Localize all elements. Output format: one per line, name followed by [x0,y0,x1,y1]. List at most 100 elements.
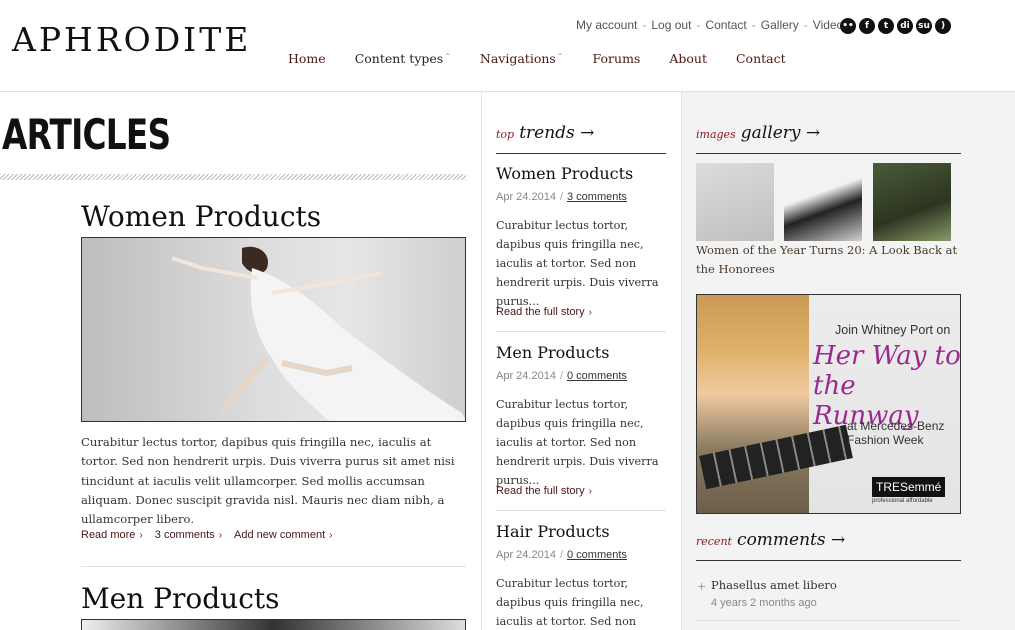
comments-link[interactable]: 3 comments › [155,529,222,541]
nav-about[interactable]: About [669,51,707,66]
article-excerpt: Curabitur lectus tortor, dapibus quis fr… [81,435,455,527]
site-logo[interactable]: APHRODITE [12,20,251,59]
nav-forums[interactable]: Forums [593,51,641,66]
nav-separator: - [803,18,808,32]
stumbleupon-icon[interactable]: su [916,18,932,34]
read-more-link[interactable]: Read more › [81,529,143,541]
chevron-right-icon: › [588,307,592,318]
gallery-heading-big[interactable]: gallery → [741,123,820,143]
read-more-label: Read more [81,529,136,541]
utility-nav: My account - Log out - Contact - Gallery… [576,18,843,32]
title-divider [0,174,466,180]
ad-brand-logo: TRESemmé [872,477,946,497]
comment-divider [696,620,961,621]
heading-rule [696,560,961,561]
trends-heading-small: top [496,128,515,141]
article-divider [81,566,466,567]
dropdown-caret-icon: ⌃ [444,52,451,61]
comments-label: 3 comments [154,529,215,541]
meta-separator: / [559,549,563,561]
add-comment-link[interactable]: Add new comment › [234,529,332,541]
ad-headline: Join Whitney Port on [835,323,951,337]
gallery-thumbnail[interactable] [873,163,951,241]
ad-slogan: Her Way to the Runway [813,341,961,431]
trend-comments-link[interactable]: 0 comments [567,370,627,382]
heading-rule [696,153,961,154]
trends-heading: top trends → [496,123,594,143]
read-full-story-label: Read the full story [496,306,585,318]
article-image[interactable] [81,237,466,422]
chevron-right-icon: › [588,486,592,497]
advertisement-banner[interactable]: Join Whitney Port on Her Way to the Runw… [696,294,961,514]
main-nav: Home Content types⌃ Navigations⌃ Forums … [288,51,786,66]
recent-comment-link[interactable]: Phasellus amet libero [711,578,837,592]
gallery-link[interactable]: Gallery [761,18,799,32]
my-account-link[interactable]: My account [576,18,637,32]
rss-icon[interactable]: ) [935,18,951,34]
twitter-icon[interactable]: t [878,18,894,34]
add-comment-label: Add new comment [234,529,326,541]
plus-icon: + [697,580,707,593]
article-title[interactable]: Men Products [81,582,280,615]
heading-rule [496,153,666,154]
article-title[interactable]: Women Products [81,200,321,233]
nav-separator: - [751,18,756,32]
trend-title[interactable]: Men Products [496,343,609,362]
gallery-caption-link[interactable]: Women of the Year Turns 20: A Look Back … [696,241,961,279]
site-header: APHRODITE My account - Log out - Contact… [0,0,1015,92]
nav-content-types[interactable]: Content types⌃ [355,51,451,66]
nav-navigations[interactable]: Navigations⌃ [480,51,564,66]
trend-excerpt: Curabitur lectus tortor, dapibus quis fr… [496,577,644,628]
nav-home[interactable]: Home [288,51,326,66]
ad-subtitle: at Mercedes-Benz Fashion Week [847,419,945,447]
gallery-heading-small: images [696,128,736,141]
nav-separator: - [642,18,647,32]
gallery-thumbnail[interactable] [784,163,862,241]
trends-heading-big[interactable]: trends → [519,123,594,143]
social-icons: •• f t di su ) [840,18,951,34]
trend-comments-link[interactable]: 3 comments [567,191,627,203]
digg-icon[interactable]: di [897,18,913,34]
recent-comment-time: 4 years 2 months ago [711,597,817,609]
meta-separator: / [559,191,563,203]
trend-title[interactable]: Women Products [496,164,633,183]
trend-divider [496,510,666,511]
nav-content-types-label: Content types [354,51,444,66]
recent-heading-big[interactable]: comments → [737,530,845,550]
meta-separator: / [559,370,563,382]
log-out-link[interactable]: Log out [651,18,691,32]
facebook-icon[interactable]: f [859,18,875,34]
nav-separator: - [696,18,701,32]
dancer-illustration [171,246,465,421]
trend-comments-link[interactable]: 0 comments [567,549,627,561]
dropdown-caret-icon: ⌃ [556,52,564,61]
nav-contact[interactable]: Contact [736,51,786,66]
trend-excerpt: Curabitur lectus tortor, dapibus quis fr… [496,398,659,487]
flickr-icon[interactable]: •• [840,18,856,34]
ad-brand-tagline: professional affordable [872,498,933,504]
contact-link[interactable]: Contact [705,18,746,32]
read-full-story-link[interactable]: Read the full story › [496,485,592,497]
trend-excerpt: Curabitur lectus tortor, dapibus quis fr… [496,219,659,308]
read-full-story-link[interactable]: Read the full story › [496,306,592,318]
chevron-right-icon: › [218,530,223,541]
nav-navigations-label: Navigations [479,51,556,66]
article-actions: Read more › 3 comments › Add new comment › [81,529,332,541]
page-title: ARTICLES [2,110,171,159]
read-full-story-label: Read the full story [496,485,585,497]
chevron-right-icon: › [139,530,143,541]
article-image[interactable] [81,619,466,630]
video-link[interactable]: Video [813,18,843,32]
recent-heading-small: recent [696,535,732,548]
trend-date: Apr 24.2014 [496,191,556,203]
chevron-right-icon: › [329,530,333,541]
trend-meta: Apr 24.2014/ 0 comments [496,370,627,382]
gallery-thumbnail[interactable] [696,163,774,241]
trend-date: Apr 24.2014 [496,549,556,561]
trend-meta: Apr 24.2014/ 3 comments [496,191,627,203]
trend-title[interactable]: Hair Products [496,522,610,541]
recent-comments-heading: recent comments → [696,530,845,550]
trend-meta: Apr 24.2014/ 0 comments [496,549,627,561]
trend-divider [496,331,666,332]
gallery-heading: images gallery → [696,123,820,143]
